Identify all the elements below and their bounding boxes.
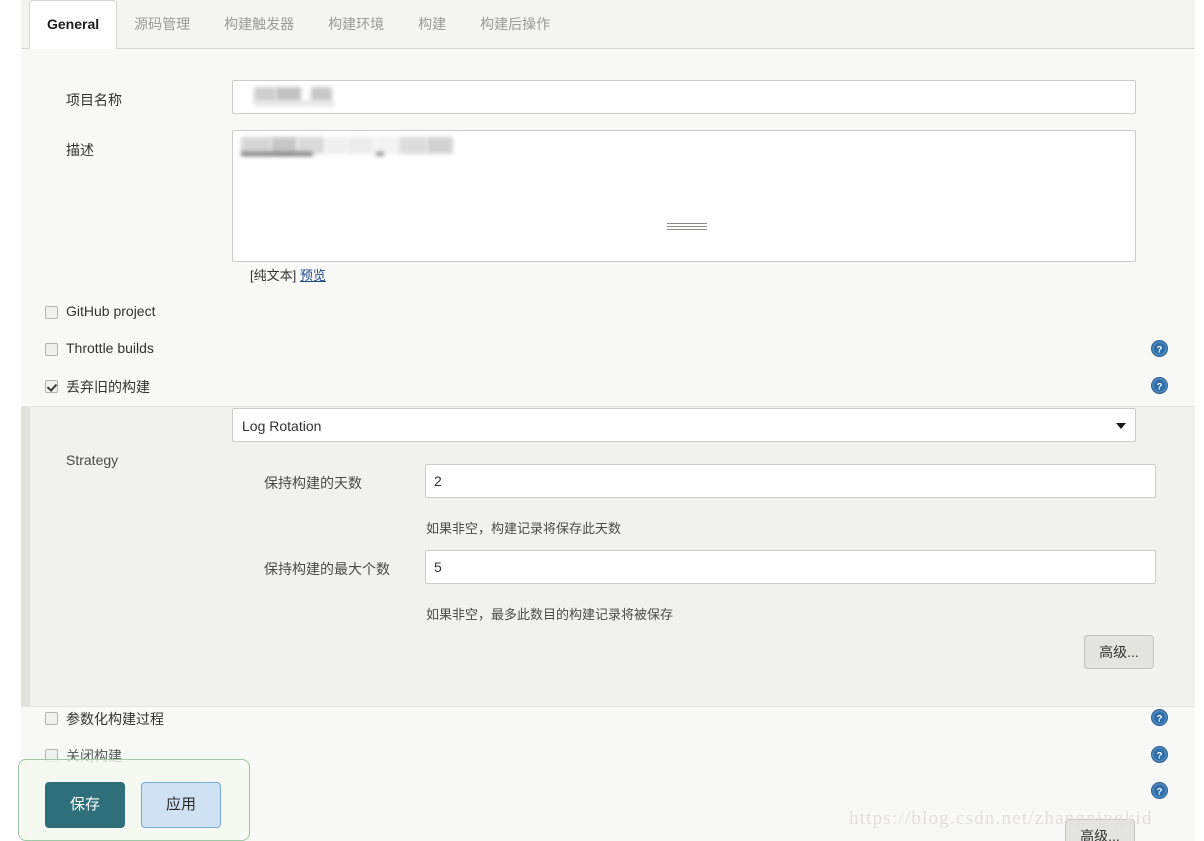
panel-left-gutter [21, 407, 30, 706]
checkbox-label-discard-old-builds[interactable]: 丢弃旧的构建 [66, 377, 150, 397]
help-icon-throttle-builds[interactable]: ? [1151, 340, 1168, 357]
checkbox-row-github-project: GitHub project [21, 303, 1195, 330]
checkbox-github-project[interactable] [45, 306, 58, 319]
help-icon-parameterized-build[interactable]: ? [1151, 709, 1168, 726]
checkbox-row-discard-old-builds: 丢弃旧的构建 ? [21, 377, 1195, 404]
chevron-down-icon [1116, 423, 1126, 429]
save-button[interactable]: 保存 [45, 782, 125, 828]
checkbox-parameterized-build[interactable] [45, 712, 58, 725]
strategy-select-value: Log Rotation [242, 418, 322, 434]
days-to-keep-hint: 如果非空，构建记录将保存此天数 [426, 521, 622, 536]
jenkins-job-config-page: General 源码管理 构建触发器 构建环境 构建 构建后操作 项目名称 描述 [0, 0, 1204, 841]
floating-save-bar: 保存 应用 [18, 759, 250, 841]
tab-post-build-actions[interactable]: 构建后操作 [463, 0, 567, 48]
days-to-keep-input[interactable] [425, 464, 1156, 498]
tab-source-control[interactable]: 源码管理 [117, 0, 207, 48]
project-name-input[interactable] [232, 80, 1136, 114]
config-tab-bar: General 源码管理 构建触发器 构建环境 构建 构建后操作 [21, 0, 1195, 49]
svg-text:?: ? [1157, 381, 1163, 392]
general-form: 项目名称 描述 [纯文本] 预览 GitHub project Throttle… [21, 49, 1195, 841]
strategy-advanced-button[interactable]: 高级... [1084, 635, 1154, 669]
preview-link[interactable]: 预览 [300, 268, 326, 283]
help-icon-discard-old-builds[interactable]: ? [1151, 377, 1168, 394]
help-icon-disable-build[interactable]: ? [1151, 746, 1168, 763]
svg-text:?: ? [1157, 750, 1163, 761]
max-builds-to-keep-label: 保持构建的最大个数 [264, 561, 390, 577]
checkbox-row-parameterized-build: 参数化构建过程 ? [21, 709, 1195, 736]
tab-build-triggers[interactable]: 构建触发器 [207, 0, 311, 48]
checkbox-label-github-project[interactable]: GitHub project [66, 303, 155, 319]
checkbox-throttle-builds[interactable] [45, 343, 58, 356]
plain-text-label: [纯文本] [250, 268, 297, 283]
svg-text:?: ? [1157, 786, 1163, 797]
days-to-keep-label: 保持构建的天数 [264, 475, 362, 491]
right-gutter [1195, 0, 1204, 841]
checkbox-discard-old-builds[interactable] [45, 380, 58, 393]
tab-general[interactable]: General [29, 0, 118, 49]
tab-build-environment[interactable]: 构建环境 [311, 0, 401, 48]
description-textarea[interactable] [232, 130, 1136, 262]
tab-build[interactable]: 构建 [401, 0, 463, 48]
svg-text:?: ? [1157, 713, 1163, 724]
textarea-resize-handle[interactable] [667, 223, 707, 230]
checkbox-label-parameterized-build[interactable]: 参数化构建过程 [66, 709, 164, 729]
description-format-row: [纯文本] 预览 [250, 265, 326, 284]
left-gutter [0, 0, 21, 841]
apply-button[interactable]: 应用 [141, 782, 221, 828]
svg-text:?: ? [1157, 344, 1163, 355]
max-builds-to-keep-input[interactable] [425, 550, 1156, 584]
max-builds-to-keep-hint: 如果非空，最多此数目的构建记录将被保存 [426, 607, 674, 622]
watermark-text: https://blog.csdn.net/zhangningkid [849, 808, 1153, 829]
help-icon-extra-row[interactable]: ? [1151, 782, 1168, 799]
checkbox-row-throttle-builds: Throttle builds ? [21, 340, 1195, 367]
description-label: 描述 [66, 142, 94, 158]
strategy-label: Strategy [66, 452, 119, 468]
strategy-select[interactable]: Log Rotation [232, 408, 1136, 442]
checkbox-label-throttle-builds[interactable]: Throttle builds [66, 340, 154, 356]
project-name-label: 项目名称 [66, 92, 122, 108]
